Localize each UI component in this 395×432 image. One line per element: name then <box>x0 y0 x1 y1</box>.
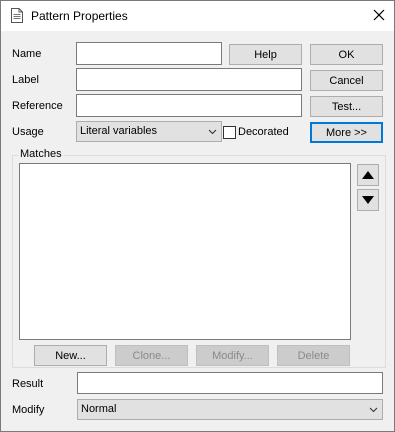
close-icon <box>373 9 385 24</box>
usage-selected-value: Literal variables <box>80 125 158 137</box>
window-title: Pattern Properties <box>31 9 128 23</box>
label-field[interactable] <box>76 68 302 91</box>
chevron-down-icon <box>369 405 378 414</box>
test-button[interactable]: Test... <box>310 96 383 117</box>
move-up-button[interactable] <box>357 164 379 186</box>
clone-match-button[interactable]: Clone... <box>115 345 188 366</box>
new-match-button[interactable]: New... <box>34 345 107 366</box>
usage-select[interactable]: Literal variables <box>76 121 222 142</box>
reference-label: Reference <box>12 100 63 112</box>
modify-match-button[interactable]: Modify... <box>196 345 269 366</box>
document-icon <box>11 8 23 23</box>
name-field[interactable] <box>76 42 222 65</box>
result-label: Result <box>12 378 44 390</box>
delete-match-button[interactable]: Delete <box>277 345 350 366</box>
matches-legend: Matches <box>18 148 64 160</box>
modify-label: Modify <box>12 404 45 416</box>
arrow-up-icon <box>362 168 374 182</box>
decorated-checkbox[interactable] <box>223 126 236 139</box>
decorated-label: Decorated <box>238 126 289 138</box>
cancel-button[interactable]: Cancel <box>310 70 383 91</box>
more-button[interactable]: More >> <box>310 122 383 143</box>
reference-field[interactable] <box>76 94 302 117</box>
matches-list[interactable] <box>19 163 351 340</box>
result-field[interactable] <box>77 372 383 394</box>
pattern-properties-dialog: Pattern Properties Name Help OK Label Ca… <box>0 0 395 432</box>
help-button[interactable]: Help <box>229 44 302 65</box>
ok-button[interactable]: OK <box>310 44 383 65</box>
title-bar: Pattern Properties <box>1 1 394 31</box>
name-label: Name <box>12 48 42 60</box>
arrow-down-icon <box>362 193 374 207</box>
modify-select[interactable]: Normal <box>77 399 383 420</box>
label-label: Label <box>12 74 39 86</box>
move-down-button[interactable] <box>357 189 379 211</box>
close-button[interactable] <box>363 1 395 31</box>
usage-label: Usage <box>12 126 44 138</box>
modify-selected-value: Normal <box>81 403 117 415</box>
chevron-down-icon <box>208 127 217 136</box>
